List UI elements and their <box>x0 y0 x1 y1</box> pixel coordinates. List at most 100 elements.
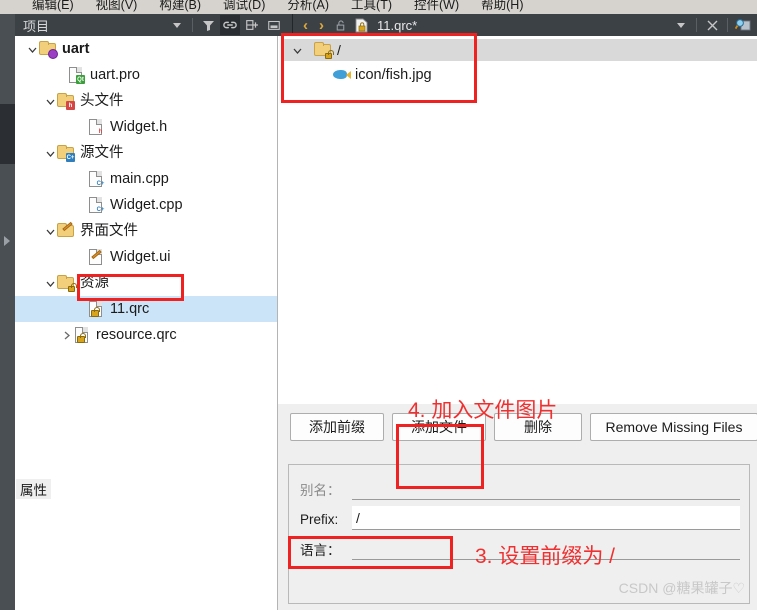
qrc-file-label: icon/fish.jpg <box>355 66 432 83</box>
qrc-resource-editor[interactable]: / icon/fish.jpg <box>278 36 757 440</box>
menu-bar: 编辑(E) 视图(V) 构建(B) 调试(D) 分析(A) 工具(T) 控件(W… <box>0 0 757 14</box>
editor-toolbar-right <box>671 14 753 36</box>
navigate-forward-icon[interactable]: › <box>314 17 329 34</box>
alias-input[interactable] <box>352 476 740 500</box>
project-panel-title: 项目 <box>23 18 50 34</box>
twisty-none <box>73 120 87 134</box>
tree-row[interactable]: h 头文件 <box>15 88 277 114</box>
twisty-none <box>73 250 87 264</box>
menu-item-help[interactable]: 帮助(H) <box>481 0 523 11</box>
tree-item-label: 11.qrc <box>110 300 150 317</box>
link-sync-icon[interactable] <box>220 15 240 35</box>
language-label: 语言： <box>300 543 341 558</box>
pro-file-icon: Qt <box>67 66 85 84</box>
toolbar-separator <box>192 18 193 32</box>
prefix-input[interactable] <box>352 506 740 530</box>
split-editor-icon[interactable] <box>733 15 753 35</box>
tree-item-label: Widget.cpp <box>110 196 183 213</box>
properties-group-title: 属性 <box>16 479 51 499</box>
folder-cpp-icon: C+ <box>57 144 75 162</box>
prefix-row: Prefix: <box>300 506 338 532</box>
folder-qrc-icon <box>57 274 77 292</box>
twisty-none <box>73 198 87 212</box>
cpp-file-icon: C+ <box>87 170 105 188</box>
close-document-icon[interactable] <box>702 15 722 35</box>
h-file-icon: h <box>87 118 105 136</box>
folder-qrc-icon <box>314 41 334 59</box>
document-dropdown-arrow-icon[interactable] <box>671 15 691 35</box>
twisty-expanded-icon[interactable] <box>43 224 57 238</box>
fish-image-icon <box>332 66 351 84</box>
tree-row[interactable]: h Widget.h <box>15 114 277 140</box>
tree-item-label: 源文件 <box>80 144 124 161</box>
activity-bar[interactable] <box>0 14 15 610</box>
navigate-back-icon[interactable]: ‹ <box>298 17 313 34</box>
tree-row[interactable]: C+ 源文件 <box>15 140 277 166</box>
menu-item-debug[interactable]: 调试(D) <box>223 0 265 11</box>
tree-item-label: resource.qrc <box>96 326 177 343</box>
qrc-file-icon <box>87 300 105 318</box>
tree-item-label: uart <box>62 40 90 57</box>
qrc-root-row[interactable]: / <box>284 39 757 61</box>
menu-item-tools[interactable]: 工具(T) <box>351 0 392 11</box>
menu-item-widgets[interactable]: 控件(W) <box>414 0 459 11</box>
twisty-none <box>73 172 87 186</box>
menu-item-build[interactable]: 构建(B) <box>159 0 201 11</box>
tree-item-label: Widget.h <box>110 118 168 135</box>
qt-creator-window: 编辑(E) 视图(V) 构建(B) 调试(D) 分析(A) 工具(T) 控件(W… <box>0 0 757 610</box>
twisty-expanded-icon[interactable] <box>43 276 57 290</box>
alias-label: 别名： <box>300 483 341 498</box>
tree-row[interactable]: Widget.ui <box>15 244 277 270</box>
tree-row[interactable]: C+ Widget.cpp <box>15 192 277 218</box>
qrc-root-label: / <box>337 42 341 58</box>
language-row: 语言： <box>300 536 341 562</box>
qrc-file-icon <box>351 15 371 35</box>
folder-ui-icon <box>57 221 75 240</box>
expand-sidebar-arrow-icon[interactable] <box>4 236 10 246</box>
twisty-collapsed-icon[interactable] <box>59 328 73 342</box>
folder-gear-icon <box>39 40 58 59</box>
twisty-expanded-icon[interactable] <box>25 42 39 56</box>
tree-row[interactable]: C+ main.cpp <box>15 166 277 192</box>
tree-item-label: 界面文件 <box>80 222 138 239</box>
twisty-none <box>73 302 87 316</box>
tree-item-label: main.cpp <box>110 170 169 187</box>
tree-row[interactable]: uart <box>15 36 277 62</box>
tree-item-label: Widget.ui <box>110 248 171 265</box>
project-panel-toolbar <box>167 14 284 36</box>
annotation-step4-text: 4. 加入文件图片 <box>408 399 558 422</box>
prefix-label: Prefix: <box>300 511 339 527</box>
tree-row[interactable]: Qt uart.pro <box>15 62 277 88</box>
menu-item-analyze[interactable]: 分析(A) <box>287 0 329 11</box>
filter-dropdown-arrow-icon[interactable] <box>167 15 187 35</box>
tree-item-label: 资源 <box>80 274 109 291</box>
twisty-expanded-icon[interactable] <box>290 43 304 57</box>
ui-file-icon <box>87 248 105 266</box>
editor-toolbar: ‹ › 11.qrc* <box>298 14 417 36</box>
csdn-watermark: CSDN @糖果罐子♡ <box>618 580 745 596</box>
cpp-file-icon: C+ <box>87 196 105 214</box>
menu-item-view[interactable]: 视图(V) <box>96 0 138 11</box>
twisty-expanded-icon[interactable] <box>43 146 57 160</box>
tree-row[interactable]: 界面文件 <box>15 218 277 244</box>
filter-icon[interactable] <box>198 15 218 35</box>
minimize-panel-icon[interactable] <box>264 15 284 35</box>
split-add-icon[interactable] <box>242 15 262 35</box>
tree-item-label: uart.pro <box>90 66 140 83</box>
qrc-file-row[interactable]: icon/fish.jpg <box>284 63 757 87</box>
tree-row-11qrc[interactable]: 11.qrc <box>15 296 277 322</box>
add-prefix-button[interactable]: 添加前缀 <box>290 413 384 441</box>
unlock-icon[interactable] <box>330 15 350 35</box>
alias-row: 别名： <box>300 476 341 502</box>
menu-item-edit[interactable]: 编辑(E) <box>32 0 74 11</box>
tree-item-label: 头文件 <box>80 92 124 109</box>
active-document-name: 11.qrc* <box>377 17 418 33</box>
project-tree[interactable]: uart Qt uart.pro h 头文件 h Widget.h C+ 源文件… <box>15 36 277 610</box>
toolbar-separator-right-1 <box>696 18 697 32</box>
tree-row[interactable]: 资源 <box>15 270 277 296</box>
remove-missing-files-button[interactable]: Remove Missing Files <box>590 413 757 441</box>
folder-h-icon: h <box>57 92 75 110</box>
twisty-expanded-icon[interactable] <box>43 94 57 108</box>
tree-row[interactable]: resource.qrc <box>15 322 277 348</box>
header-panel-separator <box>292 14 293 36</box>
